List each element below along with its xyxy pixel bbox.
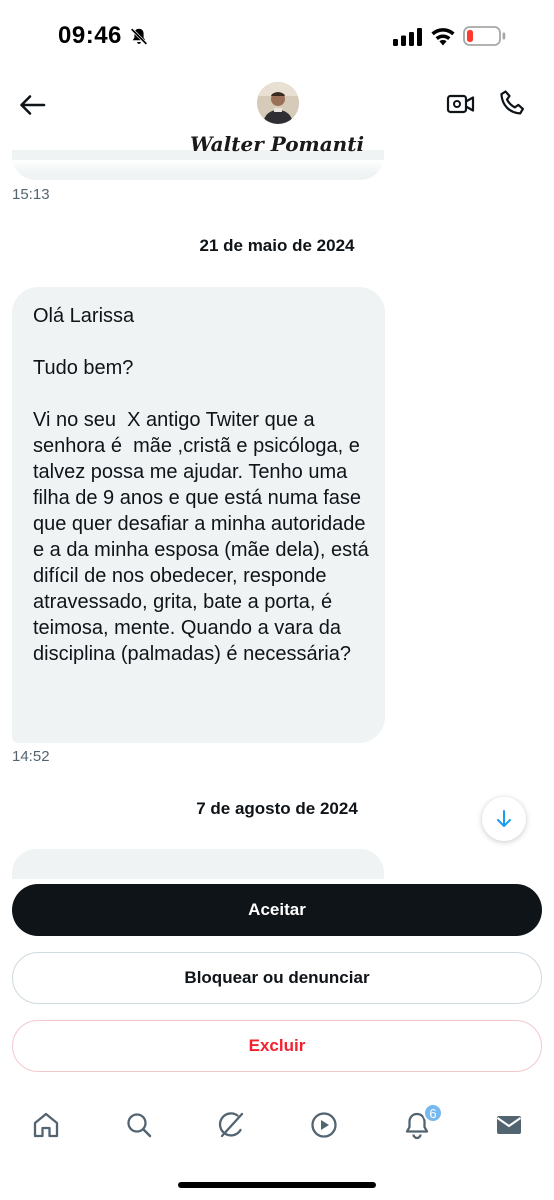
delete-button[interactable]: Excluir — [12, 1020, 542, 1072]
home-indicator — [178, 1182, 376, 1188]
date-separator: 7 de agosto de 2024 — [196, 799, 358, 818]
arrow-down-icon — [497, 810, 511, 827]
message-timestamp: 15:13 — [12, 186, 50, 203]
grok-icon[interactable] — [216, 1110, 246, 1140]
battery-low-icon — [463, 26, 506, 46]
next-message-bubble — [12, 849, 384, 879]
phone-call-icon[interactable] — [497, 88, 527, 118]
back-arrow-icon[interactable] — [16, 90, 48, 120]
contact-name[interactable]: Walter Pomanti — [0, 132, 554, 156]
signal-icon — [393, 28, 422, 46]
silent-bell-icon — [130, 28, 148, 45]
date-separator: 21 de maio de 2024 — [199, 236, 355, 255]
accept-button[interactable]: Aceitar — [12, 884, 542, 936]
video-call-icon[interactable] — [446, 90, 476, 118]
notification-badge: 6 — [423, 1103, 443, 1123]
message-bubble[interactable]: Olá Larissa Tudo bem? Vi no seu X antigo… — [12, 287, 385, 743]
block-report-button[interactable]: Bloquear ou denunciar — [12, 952, 542, 1004]
wifi-icon — [431, 28, 455, 46]
scroll-down-button[interactable] — [482, 797, 526, 841]
search-icon[interactable] — [124, 1110, 154, 1140]
status-time: 09:46 — [58, 22, 122, 49]
message-text: Olá Larissa Tudo bem? Vi no seu X antigo… — [33, 305, 369, 665]
messages-icon[interactable] — [494, 1110, 524, 1140]
header-shade — [0, 160, 554, 174]
avatar-photo — [257, 82, 299, 124]
avatar[interactable] — [257, 82, 299, 124]
message-timestamp: 14:52 — [12, 748, 50, 765]
home-icon[interactable] — [31, 1110, 61, 1140]
video-play-icon[interactable] — [309, 1110, 339, 1140]
